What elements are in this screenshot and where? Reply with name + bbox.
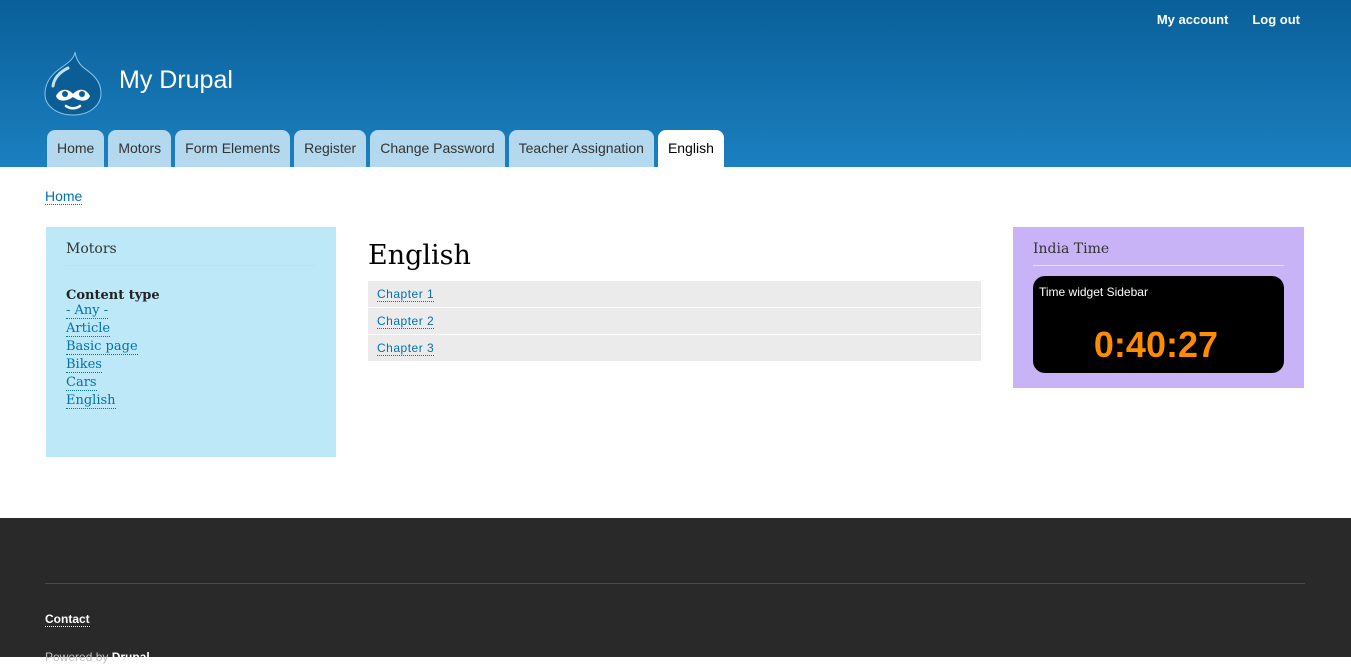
list-item: Chapter 2	[368, 308, 981, 335]
secondary-menu: My account Log out	[1157, 12, 1300, 27]
motors-block-title: Motors	[66, 241, 316, 266]
tab-motors[interactable]: Motors	[108, 130, 172, 167]
time-display: 0:40:27	[1093, 324, 1218, 365]
my-account-link[interactable]: My account	[1157, 12, 1229, 27]
tab-change-password[interactable]: Change Password	[370, 130, 505, 167]
log-out-link[interactable]: Log out	[1252, 12, 1300, 27]
footer-divider	[45, 583, 1305, 584]
powered-by-text: Powered by Drupal	[45, 650, 150, 664]
content-type-facet-title: Content type	[66, 288, 160, 303]
main-content: English Chapter 1 Chapter 2 Chapter 3	[368, 240, 981, 362]
tab-home[interactable]: Home	[47, 130, 105, 167]
facet-any-link[interactable]: - Any -	[66, 303, 109, 319]
chapter-3-link[interactable]: Chapter 3	[377, 341, 435, 356]
facet-basic-page-link[interactable]: Basic page	[66, 339, 138, 355]
list-item: Chapter 1	[368, 281, 981, 308]
sidebar-motors-block: Motors Content type - Any - Article Basi…	[46, 227, 336, 457]
india-time-block-title: India Time	[1033, 241, 1284, 266]
chapter-2-link[interactable]: Chapter 2	[377, 314, 435, 329]
facet-bikes-link[interactable]: Bikes	[66, 357, 102, 373]
facet-english-link[interactable]: English	[66, 393, 116, 409]
facet-cars-link[interactable]: Cars	[66, 375, 97, 391]
site-footer: Contact Powered by Drupal	[0, 518, 1351, 664]
drupal-logo-icon[interactable]	[44, 50, 102, 116]
tab-register[interactable]: Register	[294, 130, 367, 167]
chapter-1-link[interactable]: Chapter 1	[377, 287, 435, 302]
sidebar-india-time-block: India Time Time widget Sidebar 0:40:27	[1013, 227, 1304, 388]
page-title: English	[368, 240, 471, 271]
time-widget: Time widget Sidebar 0:40:27	[1033, 276, 1284, 373]
facet-article-link[interactable]: Article	[66, 321, 111, 337]
drupal-link[interactable]: Drupal	[112, 650, 150, 664]
site-header: My account Log out My Drupal Home Motors…	[0, 0, 1351, 167]
main-menu: Home Motors Form Elements Register Chang…	[47, 130, 724, 167]
content-type-facet-list: - Any - Article Basic page Bikes Cars En…	[66, 303, 316, 409]
site-name[interactable]: My Drupal	[119, 66, 233, 95]
contact-link[interactable]: Contact	[45, 612, 90, 627]
tab-form-elements[interactable]: Form Elements	[175, 130, 291, 167]
list-item: Chapter 3	[368, 335, 981, 362]
book-navigation: Chapter 1 Chapter 2 Chapter 3	[368, 281, 981, 362]
tab-teacher-assignation[interactable]: Teacher Assignation	[508, 130, 654, 167]
tab-english[interactable]: English	[657, 130, 724, 167]
time-widget-label: Time widget Sidebar	[1039, 285, 1148, 299]
breadcrumb-home-link[interactable]: Home	[45, 188, 83, 205]
powered-by-label: Powered by	[45, 650, 109, 664]
